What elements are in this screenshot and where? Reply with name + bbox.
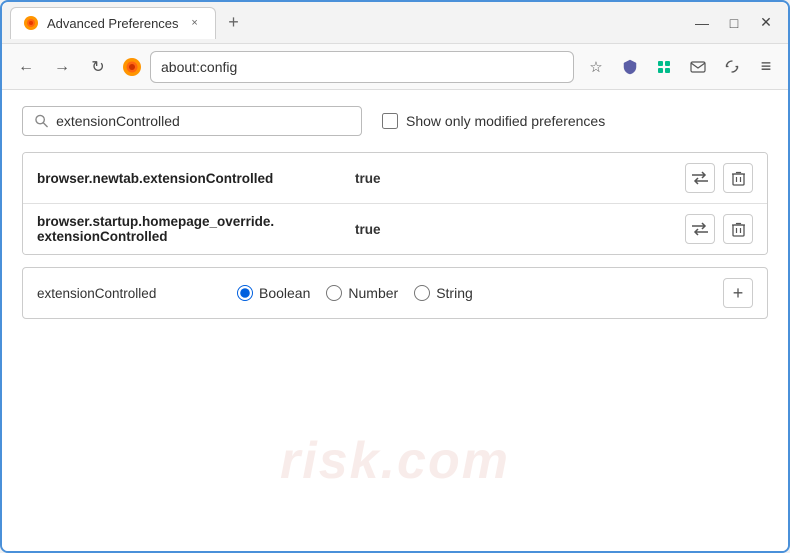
shield-icon[interactable] (616, 53, 644, 81)
show-modified-label: Show only modified preferences (406, 113, 605, 129)
table-row: browser.startup.homepage_override. exten… (23, 204, 767, 254)
tab-title: Advanced Preferences (47, 16, 179, 31)
show-modified-row: Show only modified preferences (382, 113, 605, 129)
tab-close-button[interactable]: × (187, 15, 203, 31)
delete-icon (732, 171, 745, 186)
delete-icon (732, 222, 745, 237)
tab-favicon (23, 15, 39, 31)
address-bar[interactable]: about:config (150, 51, 574, 83)
pref-name-1: browser.newtab.extensionControlled (37, 171, 347, 186)
radio-string-label: String (436, 285, 473, 301)
search-icon (35, 114, 48, 128)
active-tab[interactable]: Advanced Preferences × (10, 7, 216, 39)
pref-value-2: true (347, 222, 685, 237)
watermark: risk.com (280, 431, 510, 491)
pref-name-2-line2: extensionControlled (37, 229, 347, 244)
reload-button[interactable]: ↻ (82, 51, 114, 83)
pref-name-2-line1: browser.startup.homepage_override. (37, 214, 347, 229)
bookmark-icon[interactable]: ☆ (582, 53, 610, 81)
account-sync-icon[interactable] (718, 53, 746, 81)
nav-bar: ← → ↻ about:config ☆ (2, 44, 788, 90)
extension-icon[interactable] (650, 53, 678, 81)
new-preference-row: extensionControlled Boolean Number Strin… (22, 267, 768, 319)
radio-boolean[interactable]: Boolean (237, 285, 310, 301)
toggle-icon (692, 222, 708, 236)
firefox-logo-icon (122, 57, 142, 77)
back-button[interactable]: ← (10, 51, 42, 83)
title-bar: Advanced Preferences × + — □ ✕ (2, 2, 788, 44)
radio-boolean-input[interactable] (237, 285, 253, 301)
search-input[interactable] (56, 113, 349, 129)
radio-number-input[interactable] (326, 285, 342, 301)
search-box[interactable] (22, 106, 362, 136)
pref-actions-1 (685, 163, 753, 193)
delete-button-2[interactable] (723, 214, 753, 244)
url-text: about:config (161, 59, 237, 75)
search-row: Show only modified preferences (22, 106, 768, 136)
browser-window: Advanced Preferences × + — □ ✕ ← → ↻ abo… (0, 0, 790, 553)
radio-boolean-label: Boolean (259, 285, 310, 301)
preferences-table: browser.newtab.extensionControlled true (22, 152, 768, 255)
show-modified-checkbox[interactable] (382, 113, 398, 129)
radio-number-label: Number (348, 285, 398, 301)
maximize-button[interactable]: □ (720, 9, 748, 37)
content-area: Show only modified preferences browser.n… (2, 90, 788, 551)
pref-value-1: true (347, 171, 685, 186)
new-tab-button[interactable]: + (220, 9, 248, 37)
toggle-icon (692, 171, 708, 185)
pref-actions-2 (685, 214, 753, 244)
window-controls: — □ ✕ (688, 9, 780, 37)
toggle-button-2[interactable] (685, 214, 715, 244)
new-pref-name: extensionControlled (37, 286, 217, 301)
tab-area: Advanced Preferences × + (10, 7, 680, 39)
mail-icon[interactable] (684, 53, 712, 81)
menu-icon[interactable]: ≡ (752, 53, 780, 81)
delete-button-1[interactable] (723, 163, 753, 193)
close-button[interactable]: ✕ (752, 9, 780, 37)
table-row: browser.newtab.extensionControlled true (23, 153, 767, 204)
radio-number[interactable]: Number (326, 285, 398, 301)
type-radio-group: Boolean Number String (237, 285, 473, 301)
radio-string[interactable]: String (414, 285, 473, 301)
toolbar-icons: ☆ (582, 53, 780, 81)
forward-button[interactable]: → (46, 51, 78, 83)
radio-string-input[interactable] (414, 285, 430, 301)
toggle-button-1[interactable] (685, 163, 715, 193)
add-preference-button[interactable]: + (723, 278, 753, 308)
pref-name-2: browser.startup.homepage_override. exten… (37, 214, 347, 244)
minimize-button[interactable]: — (688, 9, 716, 37)
